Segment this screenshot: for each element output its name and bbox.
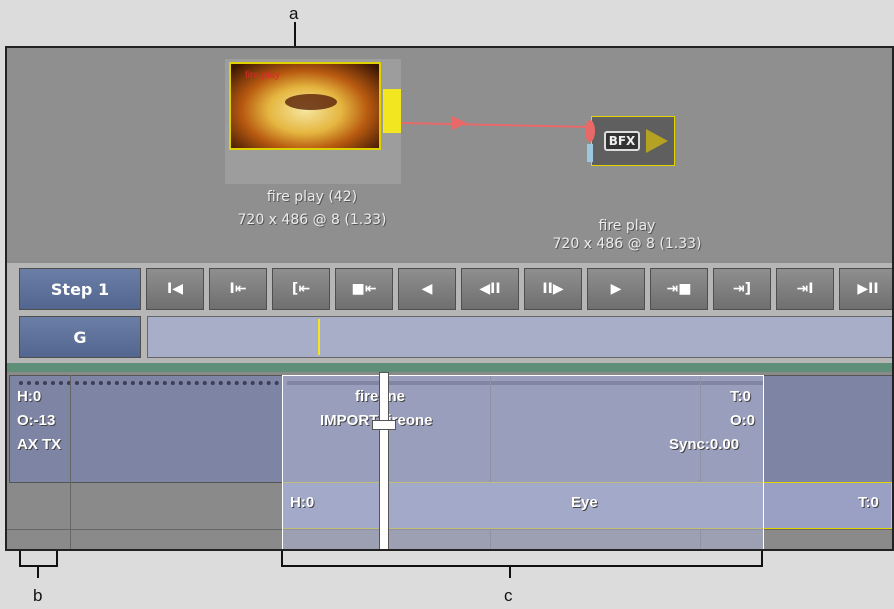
bfx-node[interactable]: BFX <box>585 114 675 166</box>
source-node-format: 720 x 486 @ 8 (1.33) <box>237 212 387 228</box>
track-head-o: O:-13 <box>17 412 56 429</box>
node-link <box>400 116 592 130</box>
bfx-tag: BFX <box>604 131 640 151</box>
clip-o: O:0 <box>730 412 756 429</box>
prev-key-icon[interactable]: ■⇤ <box>335 268 393 310</box>
positioner-handle[interactable] <box>372 420 396 430</box>
prev-mark-icon[interactable]: I⇤ <box>209 268 267 310</box>
clip-sync: Sync:0.00 <box>669 436 740 453</box>
track-dotted-line <box>19 381 279 385</box>
time-bar[interactable] <box>147 316 892 358</box>
grid-line <box>70 375 71 549</box>
clip-t: T:0 <box>730 388 751 405</box>
play-reverse-icon[interactable]: ◀ <box>398 268 456 310</box>
transport-toolbar: Step 1 I◀ I⇤ [⇤ ■⇤ ◀ ◀II II▶ ▶ ⇥■ ⇥] ⇥I … <box>7 263 892 363</box>
step-forward-icon[interactable]: II▶ <box>524 268 582 310</box>
track-head-h: H:0 <box>17 388 42 405</box>
g-button[interactable]: G <box>19 316 141 358</box>
play-icon <box>646 129 668 153</box>
bfx-node-format: 720 x 486 @ 8 (1.33) <box>552 236 702 252</box>
divider-bar <box>7 363 892 372</box>
next-mark-icon[interactable]: ⇥I <box>776 268 834 310</box>
eye-t: T:0 <box>858 494 879 511</box>
bfx-node-name: fire play <box>598 218 656 234</box>
step-button[interactable]: Step 1 <box>19 268 141 310</box>
prev-in-icon[interactable]: [⇤ <box>272 268 330 310</box>
callout-a: a <box>289 4 299 23</box>
bfx-input-tab[interactable] <box>587 144 593 162</box>
next-out-icon[interactable]: ⇥] <box>713 268 771 310</box>
go-to-end-icon[interactable]: ▶II <box>839 268 892 310</box>
batch-window: fire play fire play (42) 720 x 486 @ 8 (… <box>5 46 894 551</box>
eye-name: Eye <box>571 494 598 511</box>
step-back-icon[interactable]: ◀II <box>461 268 519 310</box>
next-key-icon[interactable]: ⇥■ <box>650 268 708 310</box>
track-head-ax-tx[interactable]: AX TX <box>17 436 61 453</box>
source-node-name: fire play (42) <box>266 189 358 205</box>
timeline-tracks: H:0 O:-13 AX TX fireone IMPORT fireone T… <box>7 372 892 549</box>
eye-h: H:0 <box>290 494 315 511</box>
positioner-bar[interactable] <box>379 372 389 549</box>
time-cursor[interactable] <box>318 319 320 355</box>
go-to-start-icon[interactable]: I◀ <box>146 268 204 310</box>
bfx-node-box: BFX <box>591 116 675 166</box>
play-icon-button[interactable]: ▶ <box>587 268 645 310</box>
schematic-area[interactable]: fire play fire play (42) 720 x 486 @ 8 (… <box>7 48 892 261</box>
callout-b: b <box>33 586 43 605</box>
bfx-input-dot[interactable] <box>585 120 595 142</box>
callout-c: c <box>504 586 513 605</box>
link-arrow-icon <box>452 116 467 130</box>
